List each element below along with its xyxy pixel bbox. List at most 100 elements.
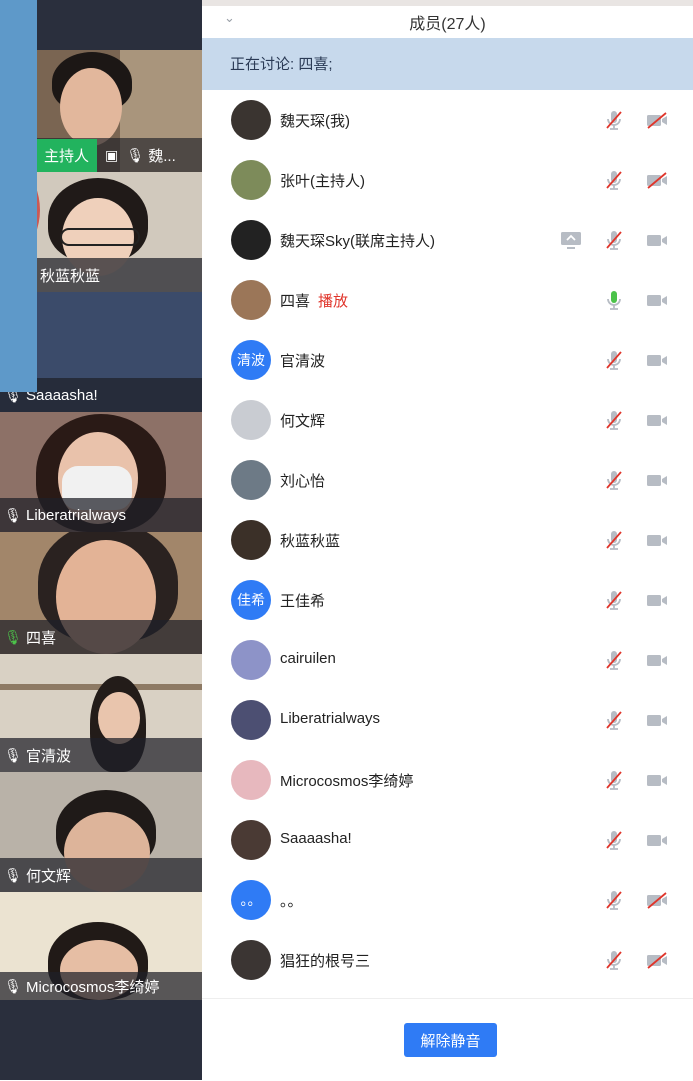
member-name: 魏天琛Sky(联席主持人) (280, 230, 435, 251)
mic-muted-icon[interactable] (602, 948, 626, 972)
member-name-text: Microcosmos李绮婷 (280, 773, 414, 790)
tile-name: 四喜 (26, 629, 57, 647)
member-name: 猖狂的根号三 (280, 950, 370, 971)
participant-face (60, 68, 122, 146)
mic-muted-icon[interactable] (602, 348, 626, 372)
member-row[interactable]: 张叶(主持人) (202, 150, 693, 210)
mic-muted-icon[interactable] (602, 588, 626, 612)
mic-muted-icon: 🎙 (4, 866, 22, 883)
member-name: Liberatrialways (280, 710, 380, 727)
mic-muted-icon[interactable] (602, 648, 626, 672)
camera-icon[interactable] (645, 648, 669, 672)
mic-muted-icon[interactable] (602, 888, 626, 912)
mic-active-icon[interactable] (602, 288, 626, 312)
camera-off-icon[interactable] (645, 108, 669, 132)
camera-icon[interactable] (645, 228, 669, 252)
member-name: 。。 (280, 890, 303, 911)
video-tile-hewenhui[interactable]: 🎙 何文辉 (0, 772, 202, 892)
avatar (231, 100, 271, 140)
mic-muted-icon[interactable] (602, 708, 626, 732)
tile-label-bar: 🎙 Liberatrialways (0, 498, 202, 532)
tile-label-bar: 🎙 Microcosmos李绮婷 (0, 972, 202, 1000)
mic-muted-icon[interactable] (602, 408, 626, 432)
discussion-banner: 正在讨论: 四喜; (202, 38, 693, 90)
member-name-text: 猖狂的根号三 (280, 953, 371, 970)
mic-muted-icon[interactable] (602, 768, 626, 792)
tile-name: 何文辉 (26, 867, 72, 885)
member-name: 王佳希 (280, 590, 325, 611)
member-row[interactable]: Microcosmos李绮婷 (202, 750, 693, 810)
camera-icon[interactable] (645, 348, 669, 372)
camera-icon[interactable] (645, 528, 669, 552)
member-row[interactable]: 何文辉 (202, 390, 693, 450)
member-name-text: 王佳希 (280, 593, 326, 610)
member-name-text: Liberatrialways (280, 710, 381, 727)
member-status-tag: 播放 (318, 293, 349, 310)
avatar (231, 760, 271, 800)
screen-share-icon[interactable] (559, 228, 583, 252)
member-name: 何文辉 (280, 410, 325, 431)
member-row[interactable]: 四喜 播放 (202, 270, 693, 330)
camera-icon[interactable] (645, 708, 669, 732)
mic-muted-icon[interactable] (602, 468, 626, 492)
mic-muted-icon: 🎙 (4, 506, 22, 523)
member-row[interactable]: Liberatrialways (202, 690, 693, 750)
member-row[interactable]: 猖狂的根号三 (202, 930, 693, 990)
mic-muted-icon[interactable] (602, 828, 626, 852)
member-name: cairuilen (280, 650, 336, 667)
member-row[interactable]: 魏天琛Sky(联席主持人) (202, 210, 693, 270)
member-name: 张叶(主持人) (280, 170, 365, 191)
mic-active-icon: 🎙 (4, 628, 22, 645)
mic-muted-icon[interactable] (602, 168, 626, 192)
mic-muted-icon[interactable] (602, 108, 626, 132)
camera-icon[interactable] (645, 828, 669, 852)
member-name-text: 。。 (280, 893, 303, 910)
avatar (231, 400, 271, 440)
avatar: 佳希 (231, 580, 271, 620)
member-name-text: 刘心怡 (280, 473, 326, 490)
video-tile-guanqingbo[interactable]: 🎙 官清波 (0, 654, 202, 772)
camera-off-icon[interactable] (645, 948, 669, 972)
camera-icon[interactable] (645, 468, 669, 492)
member-row[interactable]: cairuilen (202, 630, 693, 690)
avatar: 。。 (231, 880, 271, 920)
host-badge: 主持人 (36, 138, 98, 172)
tile-label-bar: 🎙 何文辉 (0, 858, 202, 892)
avatar (231, 520, 271, 560)
participant-face (98, 692, 140, 744)
tile-name: 秋蓝秋蓝 (40, 267, 101, 285)
member-row[interactable]: 刘心怡 (202, 450, 693, 510)
avatar (231, 640, 271, 680)
discussion-text: 正在讨论: 四喜; (230, 56, 333, 73)
panel-header: ⌄ 成员(27人) (202, 6, 693, 38)
video-tile-sixi[interactable]: 🎙 四喜 (0, 532, 202, 654)
member-name: 刘心怡 (280, 470, 325, 491)
video-tile-microcosmos[interactable]: 🎙 Microcosmos李绮婷 (0, 892, 202, 1000)
member-name: Microcosmos李绮婷 (280, 770, 413, 791)
mic-muted-icon[interactable] (602, 528, 626, 552)
member-name-text: 四喜 (280, 293, 311, 310)
member-row[interactable]: 。。。。 (202, 870, 693, 930)
video-tile-liberatrialways[interactable]: 🎙 Liberatrialways (0, 412, 202, 532)
camera-icon[interactable] (645, 288, 669, 312)
member-row[interactable]: Saaaasha! (202, 810, 693, 870)
member-row[interactable]: 秋蓝秋蓝 (202, 510, 693, 570)
camera-off-icon[interactable] (645, 888, 669, 912)
member-row[interactable]: 魏天琛(我) (202, 90, 693, 150)
member-row[interactable]: 清波 官清波 (202, 330, 693, 390)
mic-muted-icon[interactable] (602, 228, 626, 252)
mic-muted-icon: 🎙 (126, 146, 145, 163)
member-name: 四喜 播放 (280, 290, 348, 311)
panel-title: 成员(27人) (409, 16, 486, 33)
camera-off-icon[interactable] (645, 168, 669, 192)
camera-icon[interactable] (645, 408, 669, 432)
tile-name: 官清波 (26, 747, 72, 765)
member-row[interactable]: 佳希 王佳希 (202, 570, 693, 630)
camera-icon[interactable] (645, 768, 669, 792)
camera-icon[interactable] (645, 588, 669, 612)
member-name: 魏天琛(我) (280, 110, 350, 131)
tile-trailing-name: 魏... (148, 147, 176, 165)
unmute-button[interactable]: 解除静音 (404, 1023, 497, 1057)
member-name-text: 张叶(主持人) (280, 173, 365, 190)
member-name-text: 魏天琛Sky(联席主持人) (280, 233, 435, 250)
